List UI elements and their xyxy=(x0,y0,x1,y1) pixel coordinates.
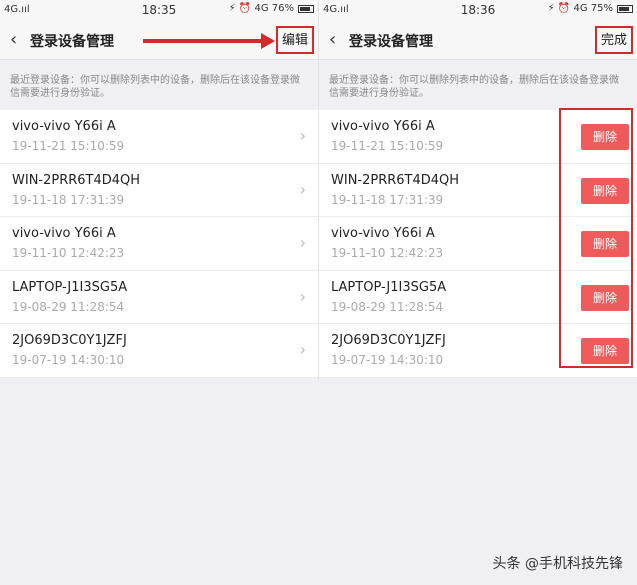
chevron-right-icon: › xyxy=(299,233,306,252)
device-name: WIN-2PRR6T4D4QH xyxy=(12,172,141,188)
device-time: 19-11-10 12:42:23 xyxy=(331,246,444,260)
chevron-right-icon: › xyxy=(299,286,306,306)
status-icons: ⚡ ⏰ 4G 76% xyxy=(229,3,314,14)
device-time: 19-11-10 12:42:23 xyxy=(12,246,125,260)
chevron-right-icon: › xyxy=(299,340,306,359)
page-title: 登录设备管理 xyxy=(349,34,433,50)
list-item: vivo-vivo Y66i A 19-11-21 15:10:59 删除 xyxy=(319,110,637,164)
status-icons: ⚡ ⏰ 4G 75% xyxy=(548,3,633,14)
device-time: 19-11-21 15:10:59 xyxy=(331,139,444,153)
list-item: 2JO69D3C0Y1JZFJ 19-07-19 14:30:10 删除 xyxy=(319,324,637,378)
device-name: vivo-vivo Y66i A xyxy=(12,226,116,241)
delete-button[interactable]: 删除 xyxy=(581,338,629,364)
list-item: WIN-2PRR6T4D4QH 19-11-18 17:31:39 删除 xyxy=(319,163,637,217)
device-name: vivo-vivo Y66i A xyxy=(331,119,435,134)
status-bar: 4G.ııl 18:36 ⚡ ⏰ 4G 75% xyxy=(319,0,637,20)
device-name: vivo-vivo Y66i A xyxy=(12,119,116,134)
device-time: 19-08-29 11:28:54 xyxy=(331,299,444,314)
device-name: WIN-2PRR6T4D4QH xyxy=(331,172,460,188)
device-name: LAPTOP-J1I3SG5A xyxy=(331,279,447,295)
hint-text: 最近登录设备：你可以删除列表中的设备，删除后在该设备登录微信需要进行身份验证。 xyxy=(329,75,619,99)
list-item[interactable]: vivo-vivo Y66i A 19-11-10 12:42:23 › xyxy=(0,217,318,271)
status-icons-text: ⚡ ⏰ 4G 75% xyxy=(547,3,613,14)
list-item[interactable]: vivo-vivo Y66i A 19-11-21 15:10:59 › xyxy=(0,110,318,164)
status-icons-text: ⚡ ⏰ 4G 76% xyxy=(228,3,294,14)
device-name: 2JO69D3C0Y1JZFJ xyxy=(12,333,127,348)
hint-text: 最近登录设备：你可以删除列表中的设备，删除后在该设备登录微信需要进行身份验证。 xyxy=(10,75,300,99)
delete-button[interactable]: 删除 xyxy=(581,124,629,150)
status-bar: 4G.ııl 18:35 ⚡ ⏰ 4G 76% xyxy=(0,0,318,20)
battery-icon xyxy=(298,4,314,13)
watermark: 头条 @手机科技先锋 xyxy=(492,556,623,572)
chevron-right-icon: › xyxy=(299,126,306,145)
back-icon[interactable]: ‹ xyxy=(329,30,343,50)
done-button[interactable]: 完成 xyxy=(594,26,633,54)
device-time: 19-11-21 15:10:59 xyxy=(12,139,125,153)
device-name: 2JO69D3C0Y1JZFJ xyxy=(331,333,446,348)
device-list: vivo-vivo Y66i A 19-11-21 15:10:59 › WIN… xyxy=(0,110,318,378)
device-time: 19-11-18 17:31:39 xyxy=(12,192,125,207)
battery-icon xyxy=(617,4,633,13)
list-item: LAPTOP-J1I3SG5A 19-08-29 11:28:54 删除 xyxy=(319,270,637,324)
device-time: 19-11-18 17:31:39 xyxy=(331,192,444,207)
screen-edit-before: 4G.ııl 18:35 ⚡ ⏰ 4G 76% ‹ 登录设备管理 编辑 最近登录… xyxy=(0,0,318,585)
delete-button[interactable]: 删除 xyxy=(581,231,629,257)
list-item[interactable]: 2JO69D3C0Y1JZFJ 19-07-19 14:30:10 › xyxy=(0,324,318,378)
list-item[interactable]: LAPTOP-J1I3SG5A 19-08-29 11:28:54 › xyxy=(0,270,318,324)
nav-bar: ‹ 登录设备管理 完成 xyxy=(319,20,637,60)
back-icon[interactable]: ‹ xyxy=(10,30,24,50)
edit-button[interactable]: 编辑 xyxy=(275,26,314,54)
list-item: vivo-vivo Y66i A 19-11-10 12:42:23 删除 xyxy=(319,217,637,271)
delete-button[interactable]: 删除 xyxy=(581,177,629,204)
chevron-right-icon: › xyxy=(299,179,306,199)
device-list: vivo-vivo Y66i A 19-11-21 15:10:59 删除 WI… xyxy=(319,110,637,378)
device-time: 19-07-19 14:30:10 xyxy=(331,353,444,367)
device-name: LAPTOP-J1I3SG5A xyxy=(12,279,128,295)
page-title: 登录设备管理 xyxy=(30,34,114,50)
device-name: vivo-vivo Y66i A xyxy=(331,226,435,241)
device-time: 19-08-29 11:28:54 xyxy=(12,299,125,314)
list-item[interactable]: WIN-2PRR6T4D4QH 19-11-18 17:31:39 › xyxy=(0,163,318,217)
screen-edit-mode: 4G.ııl 18:36 ⚡ ⏰ 4G 75% ‹ 登录设备管理 完成 最近登录… xyxy=(319,0,637,585)
delete-button[interactable]: 删除 xyxy=(581,284,629,311)
device-time: 19-07-19 14:30:10 xyxy=(12,353,125,367)
annotation-arrow xyxy=(143,33,275,49)
